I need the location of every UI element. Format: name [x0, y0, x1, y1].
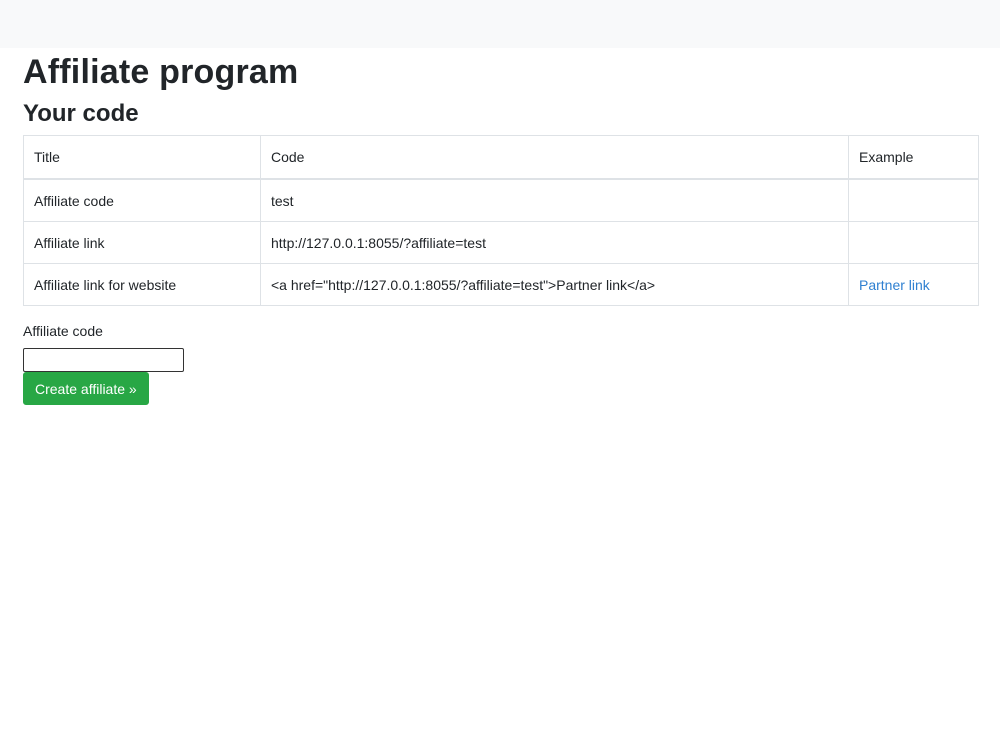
affiliate-codes-table: Title Code Example Affiliate code test A… [23, 135, 979, 306]
row-code-cell: test [260, 178, 849, 222]
row-example-cell [848, 221, 979, 264]
affiliate-code-input[interactable] [23, 348, 184, 372]
row-code-cell: <a href="http://127.0.0.1:8055/?affiliat… [260, 263, 849, 306]
row-example-cell [848, 178, 979, 222]
row-code-cell: http://127.0.0.1:8055/?affiliate=test [260, 221, 849, 264]
table-header-row: Title Code Example [23, 135, 979, 180]
top-navbar [0, 0, 1000, 48]
row-title-cell: Affiliate link [23, 221, 261, 264]
create-affiliate-button[interactable]: Create affiliate » [23, 372, 149, 405]
main-content: Affiliate program Your code Title Code E… [0, 52, 1000, 405]
create-affiliate-form: Affiliate code Create affiliate » [23, 323, 977, 405]
row-title-cell: Affiliate code [23, 178, 261, 222]
table-row: Affiliate code test [23, 178, 979, 222]
column-header-title: Title [23, 135, 261, 180]
table-row: Affiliate link http://127.0.0.1:8055/?af… [23, 221, 979, 264]
column-header-example: Example [848, 135, 979, 180]
affiliate-code-label: Affiliate code [23, 323, 103, 339]
row-example-cell: Partner link [848, 263, 979, 306]
page-title: Affiliate program [23, 53, 299, 91]
column-header-code: Code [260, 135, 849, 180]
row-title-cell: Affiliate link for website [23, 263, 261, 306]
table-row: Affiliate link for website <a href="http… [23, 263, 979, 306]
partner-link[interactable]: Partner link [859, 277, 930, 293]
section-title: Your code [23, 100, 139, 127]
